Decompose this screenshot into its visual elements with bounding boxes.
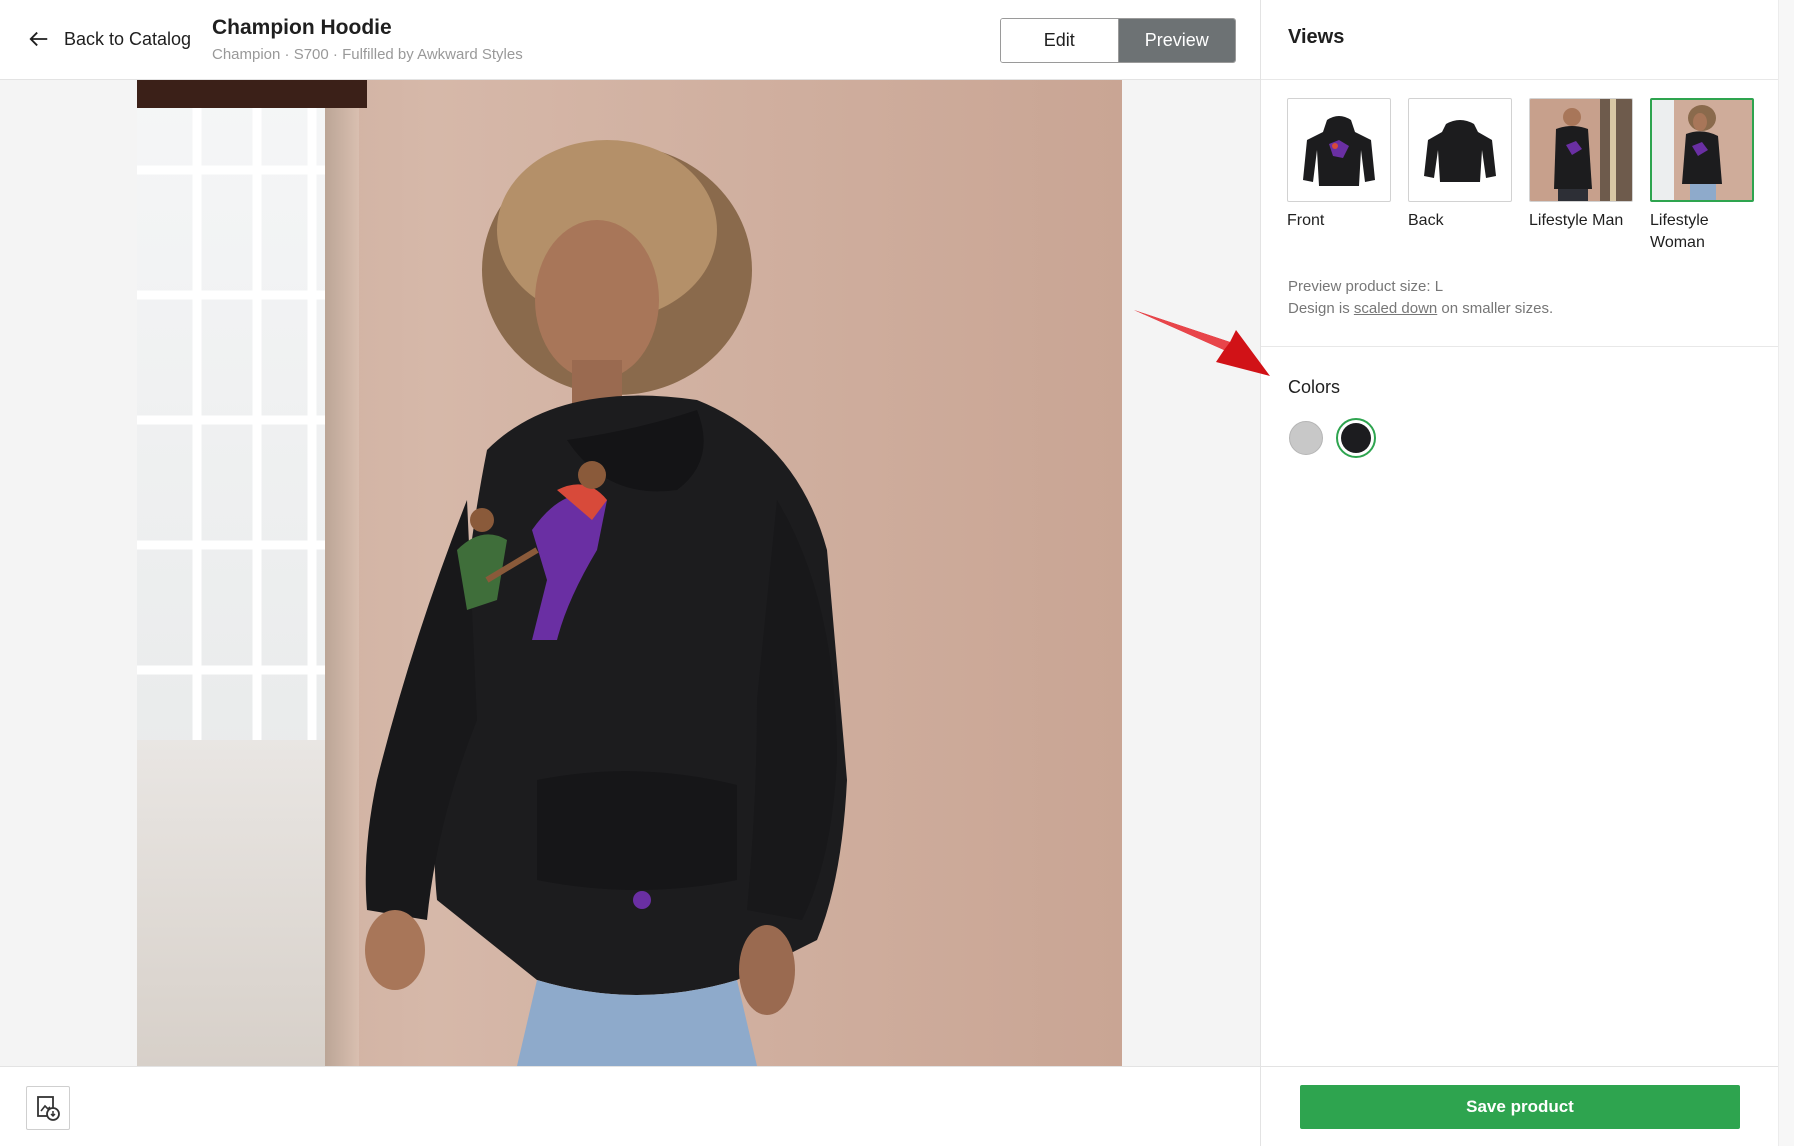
product-heading: Champion Hoodie Champion · S700 · Fulfil… (212, 16, 523, 63)
edit-tab[interactable]: Edit (1001, 19, 1119, 62)
view-label: Front (1287, 212, 1325, 229)
view-lifestyle-woman[interactable]: Lifestyle Woman (1650, 98, 1754, 254)
top-bar: Back to Catalog Champion Hoodie Champion… (0, 0, 1260, 80)
lifestyle-woman-mockup-image (137, 80, 1122, 1066)
image-download-icon (37, 1096, 60, 1121)
view-front[interactable]: Front (1287, 98, 1391, 254)
lifestyle-woman-thumbnail (1650, 98, 1754, 202)
lifestyle-man-thumbnail (1529, 98, 1633, 202)
download-mockup-button[interactable] (26, 1086, 70, 1130)
scaling-note: Design is scaled down on smaller sizes. (1288, 298, 1553, 320)
view-thumbnails: Front Back Lifestyle Man Lifestyle Woman (1287, 98, 1754, 254)
product-subtitle: Champion · S700 · Fulfilled by Awkward S… (212, 46, 523, 63)
divider (1261, 346, 1779, 347)
color-swatch-grey[interactable] (1289, 421, 1323, 455)
back-to-catalog-link[interactable]: Back to Catalog (28, 24, 191, 54)
preview-tab[interactable]: Preview (1118, 19, 1235, 62)
panel-footer: Save product (1261, 1066, 1779, 1147)
color-swatches (1289, 418, 1376, 458)
preview-canvas (0, 80, 1260, 1066)
right-panel: Views Front Back Lifestyle Man Lifestyle… (1260, 0, 1779, 1147)
preview-size-text: Preview product size: L (1288, 278, 1444, 295)
page-title: Champion Hoodie (212, 16, 392, 39)
back-label: Back to Catalog (64, 28, 192, 49)
views-title: Views (1288, 26, 1345, 48)
view-label: Lifestyle Man (1529, 212, 1624, 229)
colors-title: Colors (1288, 377, 1341, 397)
color-swatch-black-selected[interactable] (1336, 418, 1376, 458)
front-thumbnail (1287, 98, 1391, 202)
bottom-toolbar (0, 1066, 1260, 1147)
back-thumbnail (1408, 98, 1512, 202)
view-back[interactable]: Back (1408, 98, 1512, 254)
scaling-note-prefix: Design is (1288, 300, 1354, 317)
model-figure (365, 140, 847, 1066)
scaled-down-link[interactable]: scaled down (1354, 300, 1437, 317)
view-label: Lifestyle Woman (1650, 212, 1709, 251)
mode-toggle: Edit Preview (1000, 18, 1236, 63)
scrollbar[interactable] (1778, 0, 1794, 1146)
views-header: Views (1261, 0, 1779, 80)
preview-size-note: Preview product size: L Design is scaled… (1288, 276, 1553, 320)
save-product-button[interactable]: Save product (1300, 1085, 1740, 1129)
scaling-note-suffix: on smaller sizes. (1437, 300, 1554, 317)
annotation-arrow-icon (1134, 310, 1270, 376)
arrow-left-icon (29, 31, 48, 47)
view-lifestyle-man[interactable]: Lifestyle Man (1529, 98, 1633, 254)
view-label: Back (1408, 212, 1444, 229)
